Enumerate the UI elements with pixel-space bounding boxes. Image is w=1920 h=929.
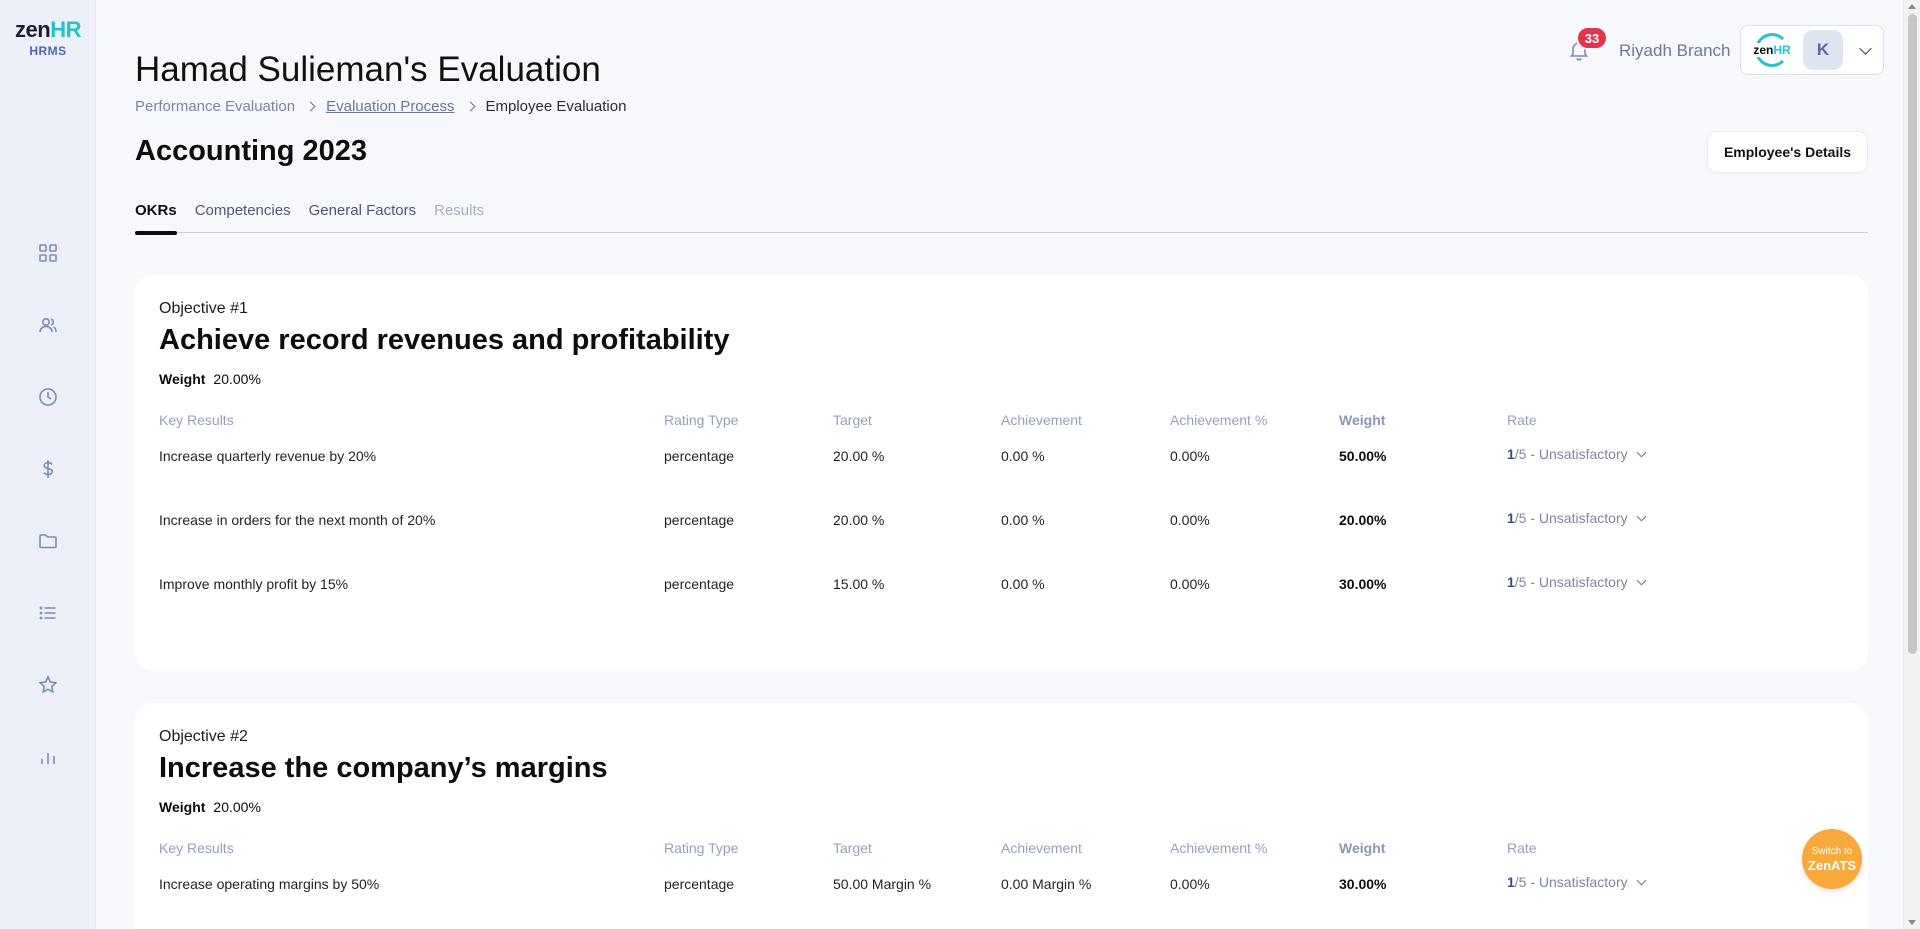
column-header-rating-type: Rating Type [664, 840, 739, 856]
weight-value: 30.00% [1339, 876, 1387, 892]
column-header-rate: Rate [1507, 840, 1537, 856]
scroll-down-arrow-icon[interactable] [1908, 920, 1916, 925]
column-header-achievement: Achievement [1001, 840, 1082, 856]
chevron-down-icon [1636, 511, 1647, 521]
tab-bar: OKRs Competencies General Factors Result… [135, 200, 1868, 235]
column-header-key-results: Key Results [159, 412, 234, 428]
achievement-pct-value: 0.00% [1170, 512, 1210, 528]
achievement-value: 0.00 % [1001, 576, 1045, 592]
tab-competencies[interactable]: Competencies [195, 200, 291, 233]
sidebar: zenHR HRMS [0, 0, 96, 929]
target-value: 20.00 % [833, 448, 885, 464]
breadcrumb: Performance Evaluation Evaluation Proces… [135, 98, 626, 115]
key-result-text: Increase quarterly revenue by 20% [159, 448, 377, 464]
column-header-achievement: Achievement [1001, 412, 1082, 428]
rating-type: percentage [664, 512, 735, 528]
dollar-icon[interactable] [34, 455, 62, 483]
chevron-down-icon [1636, 575, 1647, 585]
target-value: 20.00 % [833, 512, 885, 528]
rating-type: percentage [664, 448, 735, 464]
rate-dropdown[interactable]: 1/5 - Unsatisfactory [1507, 510, 1647, 526]
achievement-value: 0.00 % [1001, 512, 1045, 528]
switch-to-zenats-button[interactable]: Switch to ZenATS [1802, 829, 1862, 889]
page-title: Hamad Sulieman's Evaluation [135, 50, 601, 89]
column-header-target: Target [833, 412, 872, 428]
column-header-rate: Rate [1507, 412, 1537, 428]
star-icon[interactable] [34, 671, 62, 699]
chevron-down-icon [1636, 447, 1647, 457]
list-icon[interactable] [34, 599, 62, 627]
key-result-text: Improve monthly profit by 15% [159, 576, 349, 592]
objective-card-1: Objective #1 Achieve record revenues and… [135, 275, 1868, 671]
rate-dropdown[interactable]: 1/5 - Unsatisfactory [1507, 574, 1647, 590]
objective-title: Increase the company’s margins [159, 752, 608, 784]
achievement-pct-value: 0.00% [1170, 448, 1210, 464]
objective-weight: Weight 20.00% [159, 799, 261, 815]
chevron-down-icon [1636, 875, 1647, 885]
scrollbar-thumb[interactable] [1908, 14, 1917, 654]
employee-details-button[interactable]: Employee's Details [1707, 131, 1868, 173]
objective-card-2: Objective #2 Increase the company’s marg… [135, 703, 1868, 929]
notification-badge: 33 [1576, 26, 1608, 50]
tab-okrs[interactable]: OKRs [135, 200, 177, 235]
users-icon[interactable] [34, 311, 62, 339]
achievement-value: 0.00 % [1001, 448, 1045, 464]
section-title: Accounting 2023 [135, 135, 368, 167]
vertical-scrollbar[interactable] [1903, 0, 1920, 929]
column-header-rating-type: Rating Type [664, 412, 739, 428]
weight-value: 30.00% [1339, 576, 1387, 592]
tab-general-factors[interactable]: General Factors [309, 200, 417, 233]
weight-value: 50.00% [1339, 448, 1387, 464]
rate-dropdown[interactable]: 1/5 - Unsatisfactory [1507, 874, 1647, 890]
logo-zen: zen [15, 17, 51, 42]
logo-subtitle: HRMS [29, 44, 67, 58]
objective-label: Objective #1 [159, 300, 248, 317]
chevron-right-icon [305, 101, 316, 112]
key-result-text: Increase in orders for the next month of… [159, 512, 436, 528]
company-logo: zenHR [1751, 33, 1793, 67]
column-header-key-results: Key Results [159, 840, 234, 856]
column-header-achievement-pct: Achievement % [1170, 412, 1268, 428]
tab-results[interactable]: Results [434, 200, 484, 233]
column-header-target: Target [833, 840, 872, 856]
breadcrumb-employee-evaluation: Employee Evaluation [485, 98, 627, 115]
scroll-up-arrow-icon[interactable] [1908, 4, 1916, 9]
objective-label: Objective #2 [159, 728, 248, 745]
zenhr-logo[interactable]: zenHR HRMS [12, 17, 84, 59]
target-value: 15.00 % [833, 576, 885, 592]
column-header-weight: Weight [1339, 840, 1386, 856]
chevron-right-icon [465, 101, 475, 112]
column-header-weight: Weight [1339, 412, 1386, 428]
achievement-pct-value: 0.00% [1170, 876, 1210, 892]
achievement-value: 0.00 Margin % [1001, 876, 1092, 892]
rating-type: percentage [664, 576, 735, 592]
grid-icon[interactable] [34, 239, 62, 267]
logo-hr: HR [50, 17, 81, 42]
account-menu[interactable]: zenHR K [1740, 25, 1884, 75]
avatar: K [1803, 30, 1843, 70]
clock-icon[interactable] [34, 383, 62, 411]
weight-value: 20.00% [1339, 512, 1387, 528]
folder-icon[interactable] [34, 527, 62, 555]
branch-selector[interactable]: Riyadh Branch [1619, 41, 1731, 61]
objective-weight: Weight 20.00% [159, 371, 261, 387]
chevron-down-icon [1859, 41, 1872, 55]
objective-title: Achieve record revenues and profitabilit… [159, 324, 730, 356]
column-header-achievement-pct: Achievement % [1170, 840, 1268, 856]
rating-type: percentage [664, 876, 735, 892]
breadcrumb-performance-evaluation[interactable]: Performance Evaluation [135, 98, 295, 115]
achievement-pct-value: 0.00% [1170, 576, 1210, 592]
rate-dropdown[interactable]: 1/5 - Unsatisfactory [1507, 446, 1647, 462]
breadcrumb-evaluation-process[interactable]: Evaluation Process [326, 98, 454, 115]
bar-chart-icon[interactable] [34, 743, 62, 771]
target-value: 50.00 Margin % [833, 876, 932, 892]
key-result-text: Increase operating margins by 50% [159, 876, 380, 892]
